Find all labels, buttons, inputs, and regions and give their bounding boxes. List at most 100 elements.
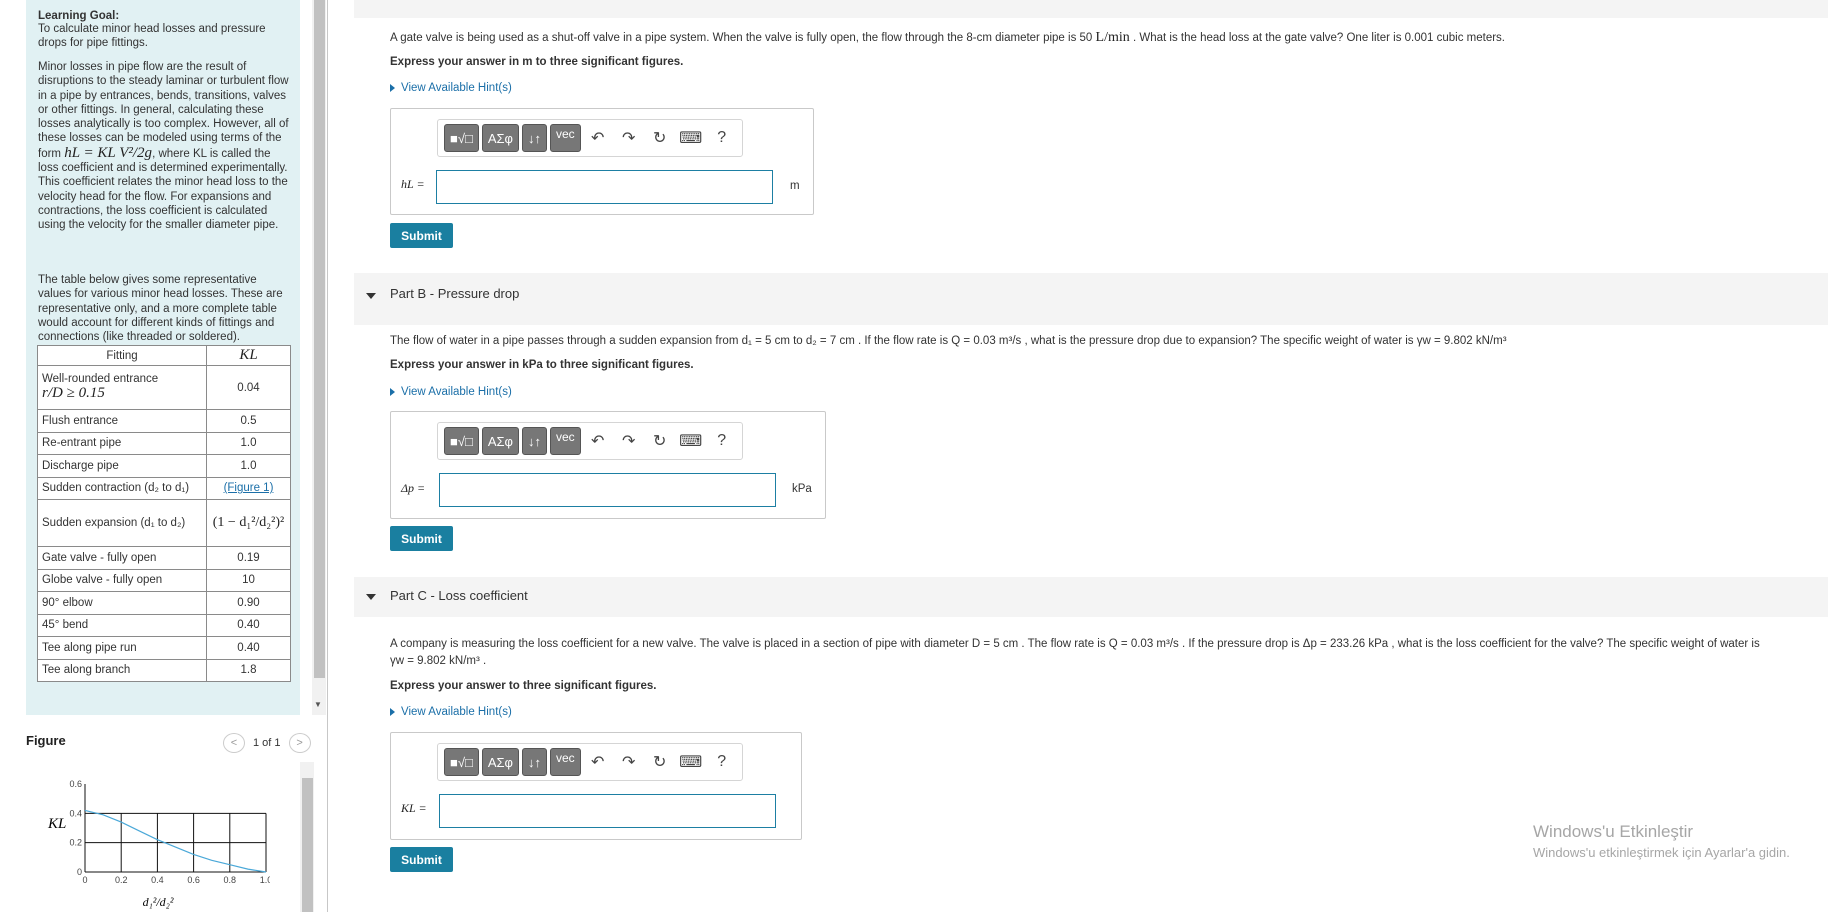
x-tick-label: 0.6 [187,875,200,885]
panel-divider[interactable] [327,0,328,912]
table-row: 45° bend 0.40 [37,613,291,637]
keyboard-icon[interactable]: ⌨ [677,124,705,152]
part-c-submit-button[interactable]: Submit [390,847,453,872]
loss-curve [84,809,267,873]
learning-goal-para2: The table below gives some representativ… [38,274,283,344]
redo-icon[interactable]: ↷ [615,124,643,152]
x-tick-label: 1.0 [260,875,270,885]
part-a-answer-label: hL = [401,177,425,191]
part-a-header-band [354,0,1828,18]
prev-figure-button[interactable]: < [223,733,245,753]
x-tick-label: 0.4 [151,875,164,885]
figure-y-label: KL [47,816,66,832]
math-toolbar: ■√□ ΑΣφ ↓↑ vec ↶ ↷ ↻ ⌨ ? [437,119,743,157]
templates-button[interactable]: ■√□ [444,427,479,455]
part-c-header-band[interactable]: Part C - Loss coefficient [354,577,1828,617]
part-b-submit-button[interactable]: Submit [390,526,453,551]
table-row: Discharge pipe 1.0 [37,454,291,478]
greek-button[interactable]: ΑΣφ [481,124,519,152]
part-b-unit: kPa [792,483,812,495]
part-a-instruction: Express your answer in m to three signif… [390,56,684,68]
x-tick-label: 0 [82,875,87,885]
table-row: Sudden expansion (d₁ to d₂) (1 − d₁²/d₂²)… [37,499,291,547]
part-b-hint-link[interactable]: View Available Hint(s) [390,386,512,398]
undo-icon[interactable]: ↶ [584,427,612,455]
table-row: Well-rounded entrance r/D ≥ 0.15 0.04 [37,365,291,410]
next-figure-button[interactable]: > [288,733,311,753]
figure-pager: < 1 of 1 > [223,733,311,753]
keyboard-icon[interactable]: ⌨ [677,748,705,776]
y-tick-label: 0.2 [69,838,82,848]
x-tick-label: 0.2 [115,875,128,885]
templates-button[interactable]: ■√□ [444,124,479,152]
part-b-header-band[interactable]: Part B - Pressure drop [354,273,1828,325]
chevron-right-icon: > [296,737,303,749]
part-b-answer-input[interactable] [439,473,776,507]
table-row: Re-entrant pipe 1.0 [37,431,291,455]
subscript-button[interactable]: ↓↑ [521,124,547,152]
learning-goal-para1: Minor losses in pipe flow are the result… [38,61,289,232]
vector-button[interactable]: vec [549,124,581,152]
subscript-button[interactable]: ↓↑ [521,748,547,776]
part-c-answer-label: KL = [401,801,427,815]
greek-button[interactable]: ΑΣφ [481,427,519,455]
reset-icon[interactable]: ↻ [646,748,674,776]
table-row: Tee along pipe run 0.40 [37,636,291,660]
part-a-hint-link[interactable]: View Available Hint(s) [390,82,512,94]
figure-1-link[interactable]: (Figure 1) [224,482,274,494]
learning-goal-intro: To calculate minor head losses and press… [38,23,266,50]
table-row: Gate valve - fully open 0.19 [37,546,291,570]
help-icon[interactable]: ? [708,124,736,152]
question-area: A gate valve is being used as a shut-off… [354,0,1828,912]
x-tick-label: 0.8 [224,875,237,885]
redo-icon[interactable]: ↷ [615,748,643,776]
part-c-header[interactable]: Part C - Loss coefficient [390,588,528,603]
part-b-header[interactable]: Part B - Pressure drop [390,286,519,301]
table-row: Flush entrance 0.5 [37,409,291,433]
math-toolbar: ■√□ ΑΣφ ↓↑ vec ↶ ↷ ↻ ⌨ ? [437,743,743,781]
figure-x-label: d₁²/d₂² [143,895,174,909]
part-b-answer-label: Δp = [401,481,426,495]
part-b-instruction: Express your answer in kPa to three sign… [390,359,694,371]
chevron-left-icon: < [230,737,238,749]
expand-arrow-icon [390,388,395,396]
y-tick-label: 0.4 [69,808,82,818]
part-a-unit: m [790,180,800,192]
part-a-question: A gate valve is being used as a shut-off… [390,30,1505,45]
subscript-button[interactable]: ↓↑ [521,427,547,455]
part-c-hint-link[interactable]: View Available Hint(s) [390,706,512,718]
table-row: 90° elbow 0.90 [37,591,291,615]
undo-icon[interactable]: ↶ [584,748,612,776]
undo-icon[interactable]: ↶ [584,124,612,152]
figure-page-count: 1 of 1 [253,737,281,749]
templates-button[interactable]: ■√□ [444,748,479,776]
windows-activation-watermark: Windows'u Etkinleştir Windows'u etkinleş… [1533,822,1790,860]
figure-scrollbar-thumb[interactable] [302,778,313,912]
loss-formula: hL = KL V²/2g [64,144,153,161]
vector-button[interactable]: vec [549,427,581,455]
expand-arrow-icon [390,84,395,92]
greek-button[interactable]: ΑΣφ [481,748,519,776]
part-a-answer-input[interactable] [436,170,773,204]
table-header-fitting: Fitting [37,345,207,366]
reset-icon[interactable]: ↻ [646,427,674,455]
learning-goal-panel: Learning Goal: To calculate minor head l… [0,0,332,912]
part-c-instruction: Express your answer to three significant… [390,680,657,692]
vector-button[interactable]: vec [549,748,581,776]
keyboard-icon[interactable]: ⌨ [677,427,705,455]
goal-scrollbar-thumb[interactable] [314,0,325,678]
part-a-submit-button[interactable]: Submit [390,223,453,248]
help-icon[interactable]: ? [708,427,736,455]
collapse-caret-icon[interactable] [366,594,376,600]
math-toolbar: ■√□ ΑΣφ ↓↑ vec ↶ ↷ ↻ ⌨ ? [437,422,743,460]
part-c-answer-input[interactable] [439,794,776,828]
loss-coefficient-table: Fitting KL Well-rounded entrance r/D ≥ 0.… [37,345,291,682]
redo-icon[interactable]: ↷ [615,427,643,455]
collapse-caret-icon[interactable] [366,293,376,299]
scroll-down-arrow-icon[interactable]: ▼ [314,700,322,709]
reset-icon[interactable]: ↻ [646,124,674,152]
y-tick-label: 0.6 [69,779,82,789]
y-tick-label: 0 [77,867,82,877]
table-row: Sudden contraction (d₂ to d₁) (Figure 1) [37,476,291,500]
help-icon[interactable]: ? [708,748,736,776]
